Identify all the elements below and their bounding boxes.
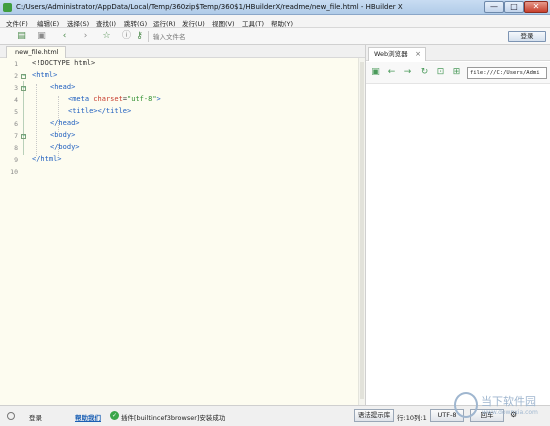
toolbar: ▤ ▣ ‹ › ☆ ⓘ ⚷ 登录 bbox=[0, 28, 550, 45]
refresh-icon[interactable]: ↻ bbox=[419, 67, 430, 78]
menu-help[interactable]: 帮助(Y) bbox=[271, 18, 293, 28]
watermark-shield-icon bbox=[454, 392, 478, 418]
fold-toggle-icon[interactable]: − bbox=[21, 74, 26, 79]
menu-goto[interactable]: 跳转(G) bbox=[124, 18, 147, 28]
menu-publish[interactable]: 发行(U) bbox=[182, 18, 205, 28]
back-arrow-icon[interactable]: ← bbox=[386, 67, 397, 78]
line-number: 6 bbox=[14, 120, 18, 128]
menu-find[interactable]: 查找(I) bbox=[96, 18, 116, 28]
menu-run[interactable]: 运行(R) bbox=[153, 18, 176, 28]
line-number-gutter: 1 2 3 4 5 6 7 8 9 10 − − − bbox=[0, 58, 28, 405]
window-title: C:/Users/Administrator/AppData/Local/Tem… bbox=[16, 3, 403, 11]
cursor-position: 行:10列:1 bbox=[397, 414, 427, 422]
code-line-html-open: <html> bbox=[32, 71, 58, 79]
help-us-link[interactable]: 帮助我们 bbox=[75, 412, 101, 422]
watermark-logo: 当下软件园 www.downxia.com bbox=[454, 388, 548, 422]
toolbar-divider bbox=[148, 31, 149, 42]
star-icon[interactable]: ☆ bbox=[101, 31, 112, 42]
menu-select[interactable]: 选择(S) bbox=[67, 18, 89, 28]
fold-guide bbox=[23, 81, 24, 155]
menu-file[interactable]: 文件(F) bbox=[6, 18, 28, 28]
code-line-html-close: </html> bbox=[32, 155, 62, 163]
fold-toggle-icon[interactable]: − bbox=[21, 86, 26, 91]
line-number: 7 bbox=[14, 132, 18, 140]
browser-tab-label: Web浏览器 bbox=[374, 50, 408, 58]
meta-tag-close: > bbox=[156, 95, 161, 103]
menu-tools[interactable]: 工具(T) bbox=[242, 18, 264, 28]
scrollbar-thumb[interactable] bbox=[360, 62, 364, 399]
code-line-body-open: <body> bbox=[50, 131, 76, 139]
maximize-button[interactable]: □ bbox=[504, 1, 524, 13]
tab-web-browser[interactable]: Web浏览器 × bbox=[368, 47, 426, 61]
login-button[interactable]: 登录 bbox=[508, 31, 546, 42]
close-button[interactable]: ✕ bbox=[524, 1, 548, 13]
line-number: 3 bbox=[14, 84, 18, 92]
user-icon[interactable] bbox=[7, 412, 15, 420]
forward-arrow-icon[interactable]: → bbox=[402, 67, 413, 78]
menu-bar: 文件(F) 编辑(E) 选择(S) 查找(I) 跳转(G) 运行(R) 发行(U… bbox=[0, 15, 550, 28]
charset-value: "utf-8" bbox=[127, 95, 157, 103]
menu-view[interactable]: 视图(V) bbox=[212, 18, 235, 28]
indent-guide bbox=[36, 84, 37, 156]
line-number: 8 bbox=[14, 144, 18, 152]
menu-edit[interactable]: 编辑(E) bbox=[37, 18, 59, 28]
hbuilder-logo-icon bbox=[3, 3, 12, 12]
code-line-doctype: <!DOCTYPE html> bbox=[32, 59, 96, 67]
key-icon[interactable]: ⚷ bbox=[134, 31, 145, 42]
editor-tab-bar: new_file.html bbox=[0, 45, 365, 58]
screenshot-icon[interactable]: ▣ bbox=[370, 67, 381, 78]
code-line-title: <title></title> bbox=[68, 107, 132, 115]
editor-scrollbar[interactable] bbox=[358, 58, 365, 405]
browser-tab-bar: Web浏览器 × bbox=[366, 45, 550, 61]
line-number: 2 bbox=[14, 72, 18, 80]
status-message: 插件[builtincef3browser]安装成功 bbox=[121, 414, 226, 422]
status-login-link[interactable]: 登录 bbox=[29, 412, 42, 422]
success-check-icon: ✓ bbox=[110, 411, 119, 420]
save-icon[interactable]: ▣ bbox=[36, 31, 47, 42]
line-number: 4 bbox=[14, 96, 18, 104]
line-number: 9 bbox=[14, 156, 18, 164]
code-editor[interactable]: <!DOCTYPE html> <html> <head> <meta char… bbox=[28, 58, 358, 405]
watermark-url: www.downxia.com bbox=[482, 409, 538, 416]
line-number: 10 bbox=[10, 168, 18, 176]
code-line-body-close: </body> bbox=[50, 143, 80, 151]
line-number: 1 bbox=[14, 60, 18, 68]
meta-tag-open: <meta bbox=[68, 95, 94, 103]
forward-arrow-icon[interactable]: › bbox=[80, 31, 91, 42]
info-icon[interactable]: ⓘ bbox=[121, 31, 132, 42]
watermark-text: 当下软件园 bbox=[481, 395, 536, 408]
charset-attribute: charset bbox=[93, 95, 123, 103]
minimize-button[interactable]: — bbox=[484, 1, 504, 13]
code-line-head-open: <head> bbox=[50, 83, 76, 91]
lock-icon[interactable]: ⊡ bbox=[435, 67, 446, 78]
url-field[interactable]: file:///C:/Users/Admi bbox=[467, 67, 547, 79]
file-search-input[interactable] bbox=[150, 31, 506, 42]
syntax-library-button[interactable]: 语法提示库 bbox=[354, 409, 394, 422]
web-browser-panel: Web浏览器 × ▣ ← → ↻ ⊡ ⊞ file:///C:/Users/Ad… bbox=[365, 45, 550, 405]
back-arrow-icon[interactable]: ‹ bbox=[59, 31, 70, 42]
grid-icon[interactable]: ⊞ bbox=[451, 67, 462, 78]
code-line-head-close: </head> bbox=[50, 119, 80, 127]
new-file-icon[interactable]: ▤ bbox=[16, 31, 27, 42]
browser-nav-bar: ▣ ← → ↻ ⊡ ⊞ file:///C:/Users/Admi bbox=[366, 62, 550, 84]
close-tab-icon[interactable]: × bbox=[415, 48, 421, 60]
tab-new-file[interactable]: new_file.html bbox=[6, 46, 66, 58]
fold-toggle-icon[interactable]: − bbox=[21, 134, 26, 139]
line-number: 5 bbox=[14, 108, 18, 116]
title-bar: C:/Users/Administrator/AppData/Local/Tem… bbox=[0, 0, 550, 15]
code-line-meta: <meta charset="utf-8"> bbox=[68, 95, 161, 103]
